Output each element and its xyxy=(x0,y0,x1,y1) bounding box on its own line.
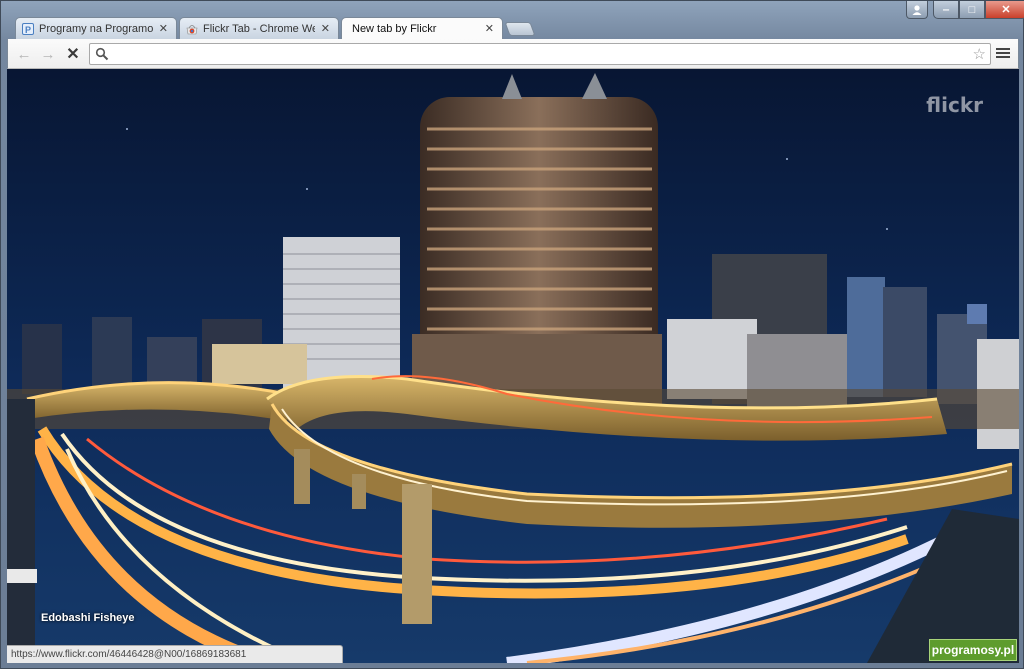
tab-new-tab-flickr[interactable]: New tab by Flickr ✕ xyxy=(341,17,503,39)
chrome-web-store-icon xyxy=(186,23,198,35)
tab-close-icon[interactable]: ✕ xyxy=(321,22,330,35)
programosy-icon: P xyxy=(22,22,34,35)
flickr-logo[interactable]: flickr xyxy=(926,93,983,117)
search-icon xyxy=(95,47,109,61)
stop-button[interactable]: ✕ xyxy=(63,44,83,64)
maximize-icon: □ xyxy=(968,3,976,16)
minimize-button[interactable]: ‒ xyxy=(933,1,959,19)
hamburger-icon xyxy=(996,48,1010,58)
flickr-new-tab-page: flickr Edobashi Fisheye https://www.flic… xyxy=(7,69,1019,663)
tab-strip: P Programy na Programosy ✕ Flickr Tab - … xyxy=(15,17,895,39)
browser-toolbar: ← → ✕ ☆ xyxy=(7,39,1019,69)
stop-icon: ✕ xyxy=(66,46,80,63)
window-controls: ‒ □ ✕ xyxy=(933,1,1024,19)
back-arrow-icon: ← xyxy=(16,45,32,63)
address-input[interactable] xyxy=(114,46,964,62)
tab-title: Programy na Programosy xyxy=(39,22,153,35)
forward-arrow-icon: → xyxy=(40,45,56,63)
photo-title-link[interactable]: Edobashi Fisheye xyxy=(41,612,135,624)
browser-window: ‒ □ ✕ P Programy na Programosy ✕ Flickr … xyxy=(0,0,1024,669)
tab-title: Flickr Tab - Chrome Web S xyxy=(203,22,315,35)
close-icon: ✕ xyxy=(1001,4,1011,16)
forward-button[interactable]: → xyxy=(38,44,58,64)
minimize-icon: ‒ xyxy=(942,3,950,16)
tab-title: New tab by Flickr xyxy=(352,22,437,35)
status-bar-url: https://www.flickr.com/46446428@N00/1686… xyxy=(7,645,343,663)
profile-button[interactable] xyxy=(906,1,928,19)
maximize-button[interactable]: □ xyxy=(959,1,985,19)
chrome-menu-button[interactable] xyxy=(996,46,1010,60)
tab-programosy[interactable]: P Programy na Programosy ✕ xyxy=(15,17,177,39)
close-window-button[interactable]: ✕ xyxy=(985,1,1024,19)
programosy-watermark: programosy.pl xyxy=(929,639,1017,661)
background-photo xyxy=(7,69,1019,663)
back-button[interactable]: ← xyxy=(14,44,34,64)
tab-chrome-web-store[interactable]: Flickr Tab - Chrome Web S ✕ xyxy=(179,17,339,39)
tab-close-icon[interactable]: ✕ xyxy=(159,22,168,35)
new-tab-button[interactable] xyxy=(504,22,536,36)
person-icon xyxy=(912,4,922,15)
omnibox[interactable]: ☆ xyxy=(89,43,991,65)
bookmark-star-icon[interactable]: ☆ xyxy=(973,45,986,63)
tab-close-icon[interactable]: ✕ xyxy=(485,22,494,35)
